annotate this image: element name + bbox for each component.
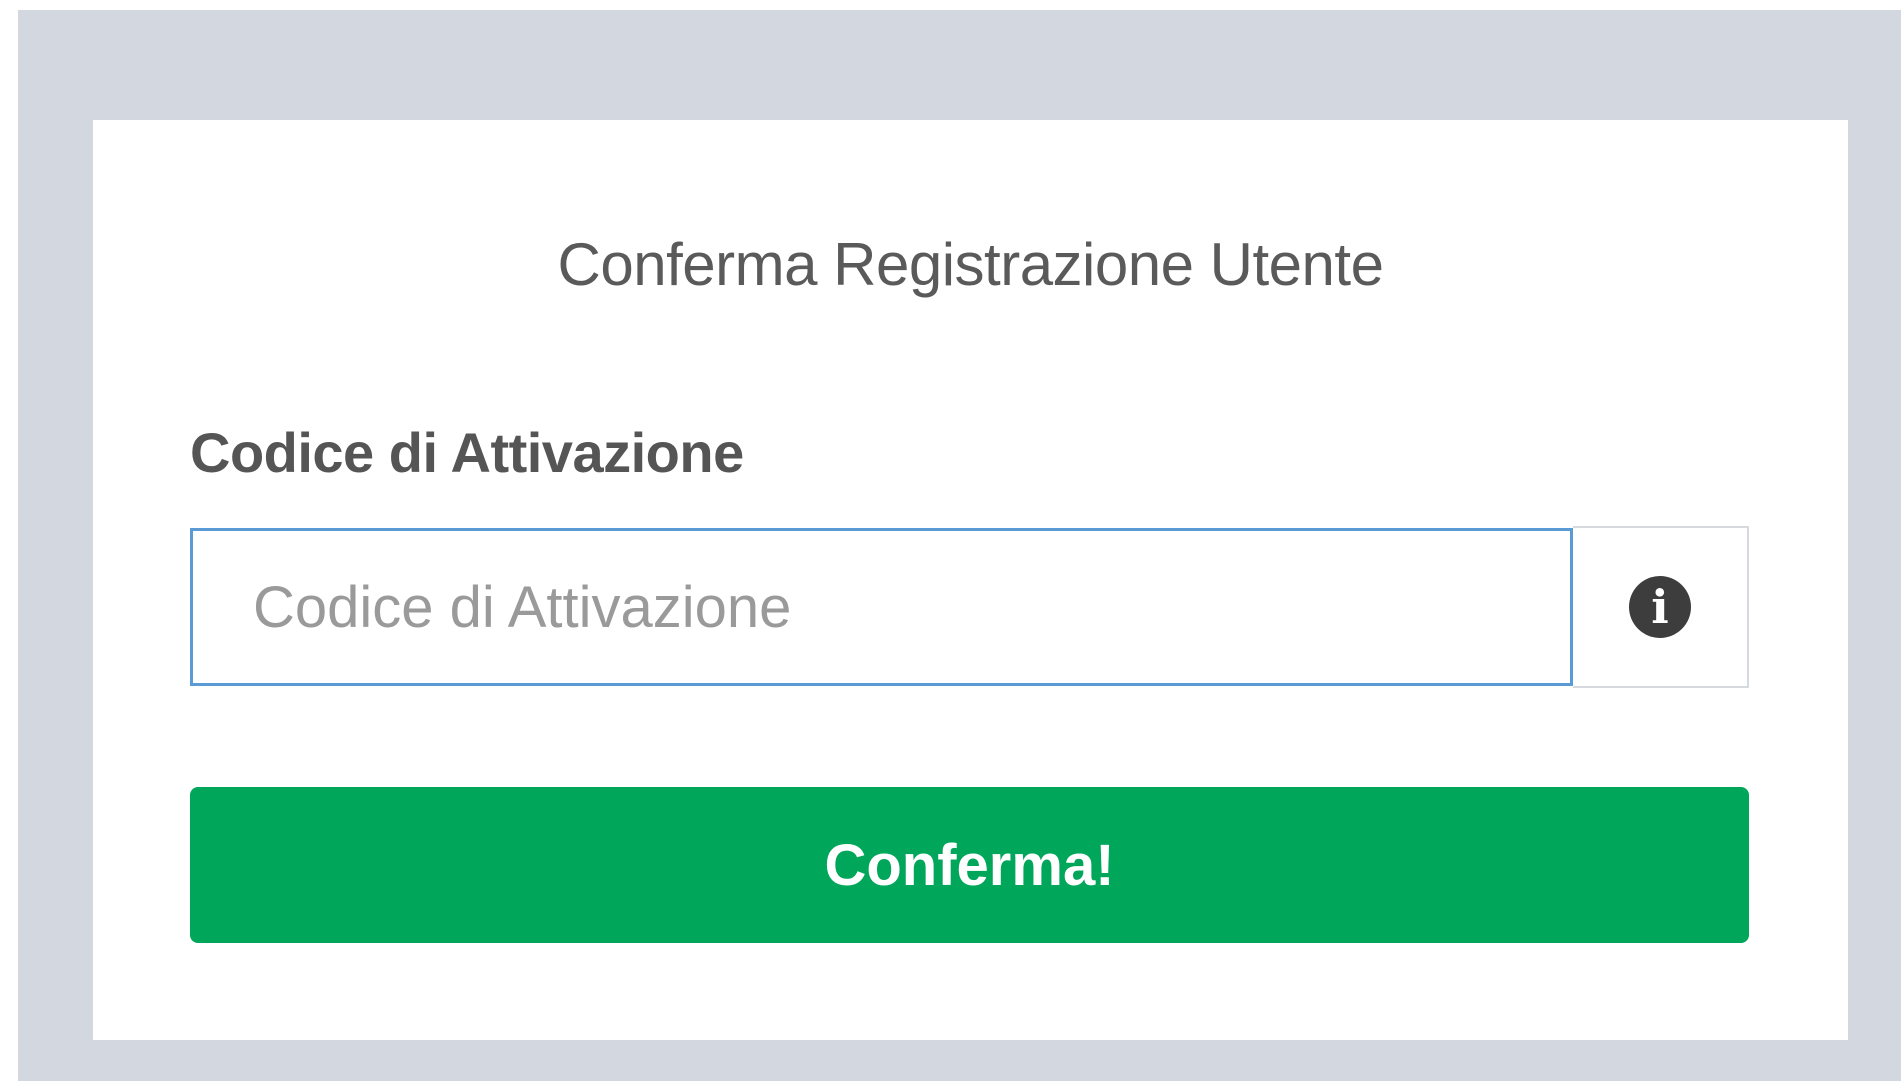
confirm-registration-card: Conferma Registrazione Utente Codice di … — [93, 120, 1848, 1040]
info-icon: i — [1629, 576, 1691, 638]
activation-code-input-group: i — [190, 526, 1749, 688]
info-addon[interactable]: i — [1573, 526, 1749, 688]
activation-code-label: Codice di Attivazione — [190, 421, 744, 484]
page: Conferma Registrazione Utente Codice di … — [0, 0, 1901, 1081]
page-title: Conferma Registrazione Utente — [557, 231, 1384, 298]
activation-code-input[interactable] — [190, 528, 1573, 686]
confirm-button[interactable]: Conferma! — [190, 787, 1749, 943]
